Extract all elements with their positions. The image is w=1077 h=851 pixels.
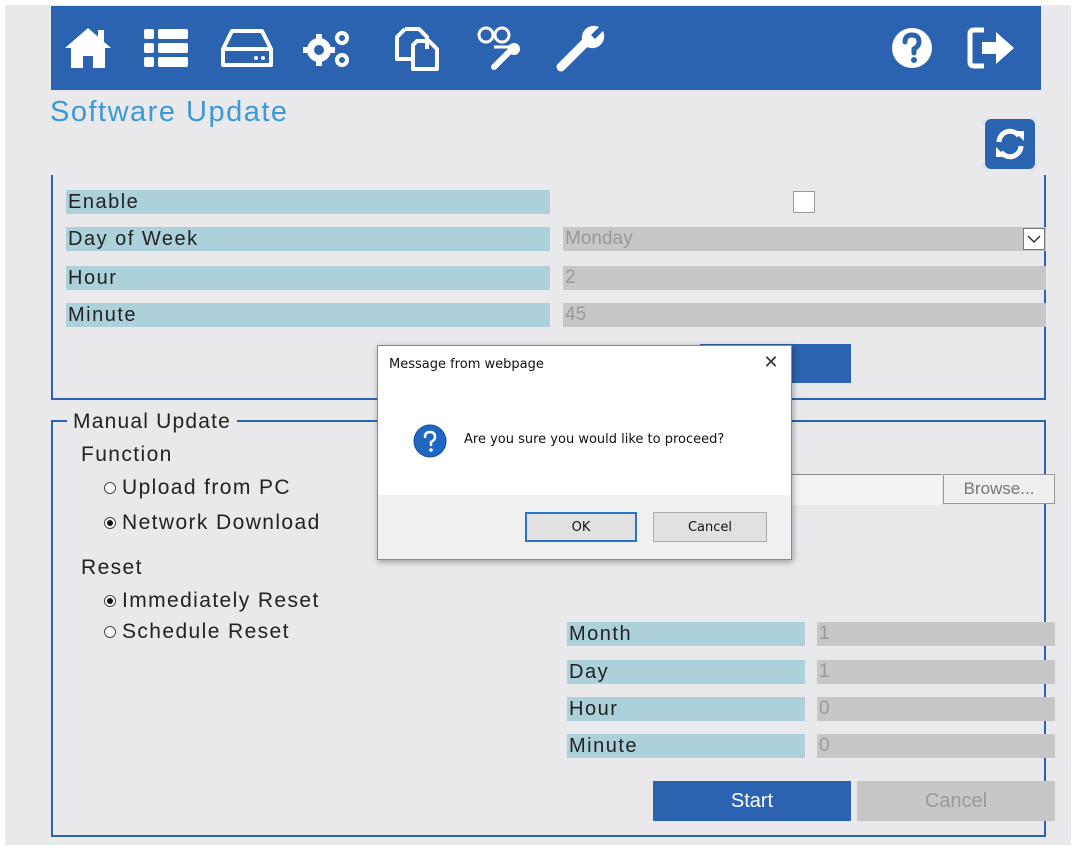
cancel-button[interactable]: Cancel xyxy=(857,781,1055,821)
hour-label: Hour xyxy=(66,266,550,290)
question-icon xyxy=(413,424,447,458)
function-label: Function xyxy=(81,443,173,466)
help-icon[interactable] xyxy=(883,20,941,76)
dialog-footer: OK Cancel xyxy=(378,495,791,559)
reset-day-label: Day xyxy=(567,660,805,684)
reset-label: Reset xyxy=(81,556,143,579)
hour-input[interactable]: 2 xyxy=(563,266,1046,290)
dialog-message: Are you sure you would like to proceed? xyxy=(464,432,725,447)
dialog-cancel-button[interactable]: Cancel xyxy=(653,512,767,542)
network-icon[interactable] xyxy=(471,20,529,76)
reset-hour-input[interactable]: 0 xyxy=(817,697,1055,721)
page-title: Software Update xyxy=(50,96,289,128)
reset-hour-label: Hour xyxy=(567,697,805,721)
minute-label: Minute xyxy=(66,303,550,327)
schedule-reset-radio[interactable]: Schedule Reset xyxy=(104,620,290,644)
radio-checked-icon xyxy=(104,517,116,529)
top-navigation-bar xyxy=(51,6,1041,90)
close-icon[interactable]: ✕ xyxy=(762,354,780,372)
logout-icon[interactable] xyxy=(963,20,1021,76)
day-of-week-value: Monday xyxy=(565,228,633,249)
gears-icon[interactable] xyxy=(299,20,357,76)
chevron-down-icon xyxy=(1027,235,1041,244)
network-download-radio[interactable]: Network Download xyxy=(104,511,321,535)
start-button[interactable]: Start xyxy=(653,781,851,821)
radio-unchecked-icon xyxy=(104,482,116,494)
day-of-week-dropdown-button[interactable] xyxy=(1023,228,1045,250)
schedule-reset-label: Schedule Reset xyxy=(122,620,290,643)
radio-unchecked-icon xyxy=(104,626,116,638)
manual-update-legend: Manual Update xyxy=(67,410,238,434)
refresh-button[interactable] xyxy=(983,117,1037,171)
day-of-week-select[interactable]: Monday xyxy=(563,227,1046,251)
immediately-reset-label: Immediately Reset xyxy=(122,589,320,612)
reset-minute-input[interactable]: 0 xyxy=(817,734,1055,758)
reset-month-label: Month xyxy=(567,622,805,646)
copy-icon[interactable] xyxy=(387,20,445,76)
upload-from-pc-radio[interactable]: Upload from PC xyxy=(104,476,291,500)
upload-from-pc-label: Upload from PC xyxy=(122,476,291,499)
home-icon[interactable] xyxy=(59,20,117,76)
file-path-field[interactable] xyxy=(790,474,942,505)
ok-button[interactable]: OK xyxy=(525,512,637,542)
enable-checkbox[interactable] xyxy=(793,191,815,213)
list-icon[interactable] xyxy=(137,20,195,76)
minute-input[interactable]: 45 xyxy=(563,303,1046,327)
browse-button[interactable]: Browse... xyxy=(943,474,1055,504)
network-download-label: Network Download xyxy=(122,511,321,534)
enable-label: Enable xyxy=(66,190,550,214)
dialog-title: Message from webpage xyxy=(389,357,544,372)
confirm-dialog: Message from webpage ✕ Are you sure you … xyxy=(377,345,792,560)
day-of-week-label: Day of Week xyxy=(66,227,550,251)
drive-icon[interactable] xyxy=(218,20,276,76)
wrench-icon[interactable] xyxy=(551,20,609,76)
immediately-reset-radio[interactable]: Immediately Reset xyxy=(104,589,320,613)
reset-minute-label: Minute xyxy=(567,734,805,758)
radio-checked-icon xyxy=(104,595,116,607)
reset-day-input[interactable]: 1 xyxy=(817,660,1055,684)
refresh-icon xyxy=(996,128,1024,160)
reset-month-input[interactable]: 1 xyxy=(817,622,1055,646)
